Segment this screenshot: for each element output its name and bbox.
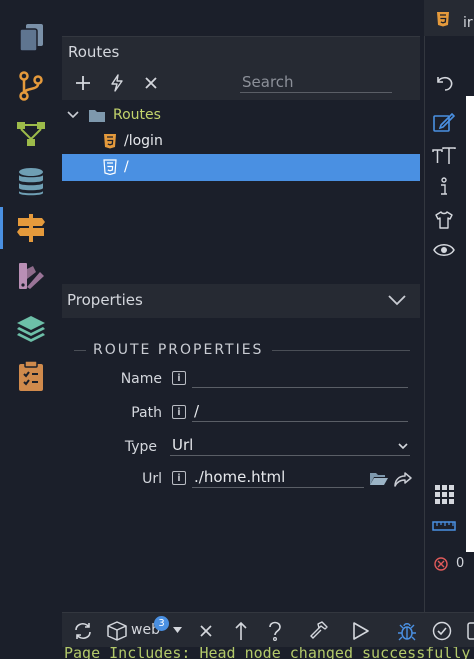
tree-item-routes-folder[interactable]: Routes [62, 102, 420, 129]
components-tree-icon[interactable] [10, 114, 52, 154]
git-branch-icon[interactable] [10, 66, 52, 106]
type-label: Type [124, 439, 157, 455]
chevron-down-icon[interactable] [67, 111, 79, 119]
ruler-icon[interactable] [430, 512, 458, 540]
layers-icon[interactable] [10, 308, 52, 348]
url-field[interactable] [192, 466, 364, 488]
status-message: Page Includes: Head node changed success… [64, 647, 471, 659]
properties-panel-body: ROUTE PROPERTIES Name i Path i Type Url … [62, 318, 420, 612]
check-circle-icon [432, 621, 452, 641]
hammer-icon [310, 621, 328, 639]
styles-palette-icon[interactable] [10, 256, 52, 296]
section-divider [74, 350, 86, 351]
routes-signpost-icon[interactable] [10, 208, 52, 248]
editor-tab-label[interactable]: ir [463, 15, 473, 31]
name-label: Name [120, 371, 162, 387]
routes-panel-header: Routes [62, 36, 420, 66]
add-route-button[interactable] [70, 71, 96, 95]
database-icon[interactable] [10, 162, 52, 202]
type-select-value: Url [172, 436, 194, 454]
grid-icon[interactable] [430, 480, 458, 508]
tree-item-label: / [124, 159, 129, 175]
info-icon[interactable] [430, 173, 458, 201]
close-icon [200, 625, 212, 637]
run-button[interactable] [348, 619, 374, 643]
info-icon[interactable]: i [172, 371, 186, 385]
pages-icon[interactable] [10, 18, 52, 58]
caret-down-icon[interactable] [173, 627, 182, 633]
error-count: 0 [456, 556, 465, 571]
bottom-toolbar: web 3 [62, 612, 474, 647]
eye-icon[interactable] [430, 236, 458, 264]
undo-icon[interactable] [430, 69, 458, 97]
question-icon [269, 621, 281, 641]
share-arrow-icon[interactable] [393, 471, 413, 488]
document-preview[interactable] [466, 96, 474, 552]
tree-item-login[interactable]: /login [62, 128, 420, 155]
lightning-icon [111, 74, 123, 92]
upload-button[interactable] [228, 619, 254, 643]
routes-tree: Routes /login / [62, 100, 420, 284]
chevron-down-icon [398, 443, 408, 450]
html5-icon [104, 134, 116, 149]
generate-route-button[interactable] [104, 71, 130, 95]
properties-panel-header[interactable]: Properties [62, 284, 420, 318]
tree-item-label: Routes [113, 107, 161, 123]
info-icon[interactable]: i [172, 471, 186, 485]
name-field[interactable] [192, 366, 408, 388]
sync-button[interactable] [70, 619, 96, 643]
folder-icon [89, 110, 105, 122]
tree-item-root[interactable]: / [62, 154, 420, 181]
properties-panel-title: Properties [67, 291, 143, 309]
routes-toolbar [62, 66, 420, 100]
error-icon [434, 557, 448, 571]
url-label: Url [142, 471, 162, 487]
active-indicator [0, 207, 3, 249]
target-badge: 3 [154, 616, 169, 631]
bug-icon [398, 623, 416, 641]
help-button[interactable] [262, 619, 288, 643]
close-icon [145, 77, 157, 89]
text-size-icon[interactable] [430, 142, 458, 170]
close-button[interactable] [193, 619, 219, 643]
edit-icon[interactable] [430, 109, 458, 137]
debug-button[interactable] [394, 619, 420, 643]
sync-icon [75, 623, 91, 639]
tree-item-label: /login [124, 133, 163, 149]
checklist-clipboard-icon[interactable] [10, 356, 52, 396]
delete-route-button[interactable] [138, 71, 164, 95]
chevron-down-icon[interactable] [388, 295, 406, 306]
routes-search-input[interactable] [240, 71, 392, 93]
shirt-icon[interactable] [430, 206, 458, 234]
activity-bar [0, 0, 62, 612]
html5-icon [437, 12, 449, 27]
build-button[interactable] [306, 619, 332, 643]
path-label: Path [131, 405, 162, 421]
status-bar: Page Includes: Head node changed success… [62, 647, 474, 659]
routes-panel-title: Routes [68, 43, 120, 61]
path-field[interactable] [192, 400, 408, 422]
section-title: ROUTE PROPERTIES [93, 342, 264, 358]
folder-open-icon[interactable] [369, 472, 389, 486]
type-select[interactable]: Url [170, 434, 410, 456]
info-icon[interactable]: i [172, 405, 186, 419]
section-divider [272, 350, 410, 351]
package-icon[interactable] [104, 619, 130, 643]
square-icon [467, 622, 474, 640]
check-button[interactable] [429, 619, 455, 643]
plus-icon [76, 76, 90, 90]
arrow-up-icon [235, 621, 247, 640]
play-icon [353, 622, 369, 640]
more-button[interactable] [461, 619, 474, 643]
html5-icon [103, 159, 117, 175]
